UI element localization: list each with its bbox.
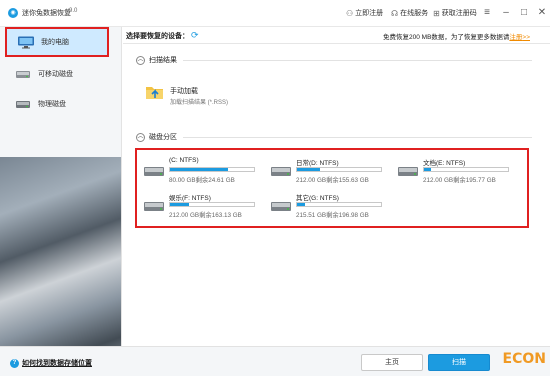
partition-usage-bar [296,202,382,207]
hard-disk-icon [271,167,291,176]
register-link-arrows[interactable]: >> [522,34,530,41]
manual-load-subtitle: 加载扫描结果 (*.RSS) [170,100,229,106]
partition-usage-bar [169,202,255,207]
storage-location-help-link[interactable]: ? 如何找到数据存储位置 [10,358,92,368]
main-panel: ︿ 扫描结果 手动加载 加载扫描结果 (*.RSS) ︿ 磁盘分区 (C: NT… [123,44,550,346]
sidebar-item-removable-disk[interactable]: 可移动磁盘 [0,61,121,87]
register-now-link[interactable]: ⚇ 立即注册 [346,8,383,18]
partition-usage-bar [423,167,509,172]
sidebar-background-image [0,157,121,376]
partition-name: (C: NTFS) [169,157,199,164]
folder-arrow-icon [146,87,163,99]
partition-item-g[interactable]: 其它(G: NTFS) 215.51 GB剩余196.98 GB [270,192,388,222]
free-recovery-notice: 免费恢复200 MB数据，为了恢复更多数据请注册>> [383,34,530,41]
hard-disk-icon [271,202,291,211]
usage-fill [297,203,305,206]
partition-item-c[interactable]: (C: NTFS) 80.00 GB剩余24.61 GB [143,157,261,187]
partition-name: 文档(E: NTFS) [423,160,466,167]
collapse-icon[interactable]: ︿ [136,55,145,65]
title-bar: ◉ 迷你兔数据恢复 v9.0 ⚇ 立即注册 ☊ 在线服务 ⊞ 获取注册码 ≡ –… [0,0,550,27]
refresh-icon[interactable]: ⟳ [191,30,199,41]
get-license-link[interactable]: ⊞ 获取注册码 [433,8,477,18]
headset-icon: ☊ [391,8,399,18]
sidebar-item-physical-disk[interactable]: 物理磁盘 [0,91,121,117]
maximize-icon[interactable]: □ [517,6,531,20]
hard-disk-icon [144,202,164,211]
partition-item-e[interactable]: 文档(E: NTFS) 212.00 GB剩余195.77 GB [397,157,515,187]
usb-drive-icon [16,70,30,78]
partition-usage-bar [169,167,255,172]
partition-item-f[interactable]: 娱乐(F: NTFS) 212.00 GB剩余163.13 GB [143,192,261,222]
usage-fill [297,168,320,171]
manual-load-item[interactable]: 手动加载 加载扫描结果 (*.RSS) [145,82,285,112]
collapse-icon[interactable]: ︿ [136,132,145,142]
divider [183,137,532,138]
monitor-icon [18,36,34,48]
scan-button[interactable]: 扫描 [428,354,490,371]
close-icon[interactable]: ✕ [535,6,549,20]
partition-size: 80.00 GB剩余24.61 GB [169,177,235,184]
scan-results-header[interactable]: ︿ 扫描结果 [136,55,177,65]
sidebar-item-my-computer[interactable]: 我的电脑 [5,27,109,57]
user-icon: ⚇ [346,8,354,18]
register-link[interactable]: 注册 [509,34,522,41]
partition-size: 212.00 GB剩余163.13 GB [169,212,242,219]
app-title: 迷你兔数据恢复 [22,10,71,17]
partition-name: 娱乐(F: NTFS) [169,195,211,202]
sidebar: 我的电脑 可移动磁盘 物理磁盘 [0,27,122,376]
menu-icon[interactable]: ≡ [480,6,494,20]
app-logo-icon: ◉ [8,8,18,18]
online-service-link[interactable]: ☊ 在线服务 [391,8,428,18]
app-version: v9.0 [66,8,78,14]
hard-disk-icon [144,167,164,176]
question-icon: ? [10,358,19,368]
partition-size: 212.00 GB剩余195.77 GB [423,177,496,184]
partition-item-d[interactable]: 日常(D: NTFS) 212.00 GB剩余155.63 GB [270,157,388,187]
hard-disk-icon [398,167,418,176]
usage-fill [170,168,228,171]
partitions-header[interactable]: ︿ 磁盘分区 [136,132,177,142]
device-select-header: 选择要恢复的设备： ⟳ 免费恢复200 MB数据，为了恢复更多数据请注册>> [123,27,550,44]
partition-name: 日常(D: NTFS) [296,160,339,167]
partition-usage-bar [296,167,382,172]
usage-fill [424,168,431,171]
hard-disk-icon [16,100,30,108]
partition-name: 其它(G: NTFS) [296,195,339,202]
cart-icon: ⊞ [433,8,440,18]
minimize-icon[interactable]: – [499,6,513,20]
usage-fill [170,203,190,206]
manual-load-title: 手动加载 [170,88,198,95]
divider [183,60,532,61]
partition-size: 215.51 GB剩余196.98 GB [296,212,369,219]
watermark-logo: ECON [502,351,546,367]
device-select-label: 选择要恢复的设备： [126,33,189,40]
home-button[interactable]: 主页 [361,354,423,371]
footer: ? 如何找到数据存储位置 主页 扫描 ECON [0,346,550,376]
partition-size: 212.00 GB剩余155.63 GB [296,177,369,184]
partition-list: (C: NTFS) 80.00 GB剩余24.61 GB 日常(D: NTFS)… [135,148,529,228]
